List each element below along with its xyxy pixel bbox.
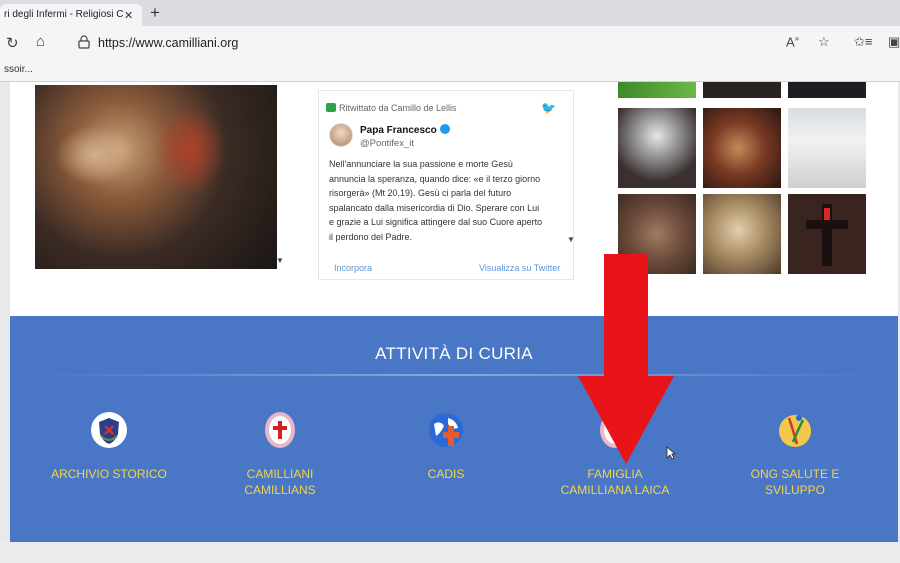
retweet-icon [326,103,336,112]
tweet-embed: Ritwittato da Camillo de Lellis 🐦 Papa F… [318,90,575,280]
activity-cadis[interactable]: CADIS [361,410,531,482]
close-icon[interactable]: ✕ [124,9,133,22]
activity-label: CADIS [427,467,465,481]
collections-icon[interactable]: ▣ [888,34,900,50]
chevron-down-icon[interactable]: ▼ [567,235,575,244]
favorite-item[interactable]: ssoir... [4,64,33,75]
gallery-photo[interactable] [788,82,866,98]
activity-label: CAMILLIANI CAMILLIANS [244,467,316,497]
favorites-bar: ssoir... [0,60,900,82]
tweet-text: Nell'annunciare la sua passione e morte … [329,159,543,242]
gallery-photo[interactable] [703,194,781,274]
favorite-add-icon[interactable]: ☆ [818,34,830,50]
activity-ong-salute-e-sviluppo[interactable]: ONG SALUTE E SVILUPPO [710,410,880,498]
red-cross-emblem-icon [265,412,295,448]
shield-emblem-icon [91,412,127,448]
gallery-photo[interactable] [703,108,781,188]
favorites-icon[interactable]: ✩≡ [854,34,872,50]
activity-label: FAMIGLIA CAMILLIANA LAICA [560,467,670,497]
gallery-photo[interactable] [788,194,866,274]
home-icon[interactable]: ⌂ [36,33,45,50]
mouse-cursor-icon [666,446,676,460]
tweet-handle[interactable]: @Pontifex_it [360,138,414,149]
tab-bar: ri degli Infermi - Religiosi C ✕ + [0,0,900,26]
activity-label: ARCHIVIO STORICO [51,467,167,481]
activity-label: ONG SALUTE E SVILUPPO [750,467,840,497]
web-page: ▼ Ritwittato da Camillo de Lellis 🐦 Papa… [10,82,898,542]
activity-camilliani[interactable]: CAMILLIANI CAMILLIANS [195,410,365,498]
embed-link[interactable]: Incorpora [334,263,372,273]
divider [30,374,878,376]
verified-icon [439,124,450,134]
red-arrow-annotation [578,254,674,464]
twitter-bird-icon: 🐦 [541,101,556,115]
gallery-photo[interactable] [618,108,696,188]
read-aloud-icon[interactable]: A» [786,34,799,49]
avatar[interactable] [329,123,353,147]
chevron-down-icon[interactable]: ▼ [276,256,284,265]
activity-archivio-storico[interactable]: ARCHIVIO STORICO [24,410,194,482]
globe-cross-icon [429,413,463,447]
reload-icon[interactable]: ↻ [6,34,19,52]
view-on-twitter-link[interactable]: Visualizza su Twitter [479,263,560,273]
url-field[interactable]: https://www.camilliani.org [98,36,238,50]
lock-icon [78,35,90,49]
section-title: ATTIVITÀ DI CURIA [375,344,533,363]
tweet-author[interactable]: Papa Francesco [360,124,450,136]
painting-image [35,85,277,269]
page-bottom-margin [0,542,900,563]
gallery-photo[interactable] [703,82,781,98]
curia-activities-section: ATTIVITÀ DI CURIA ARCHIVIO STORICO CAMIL… [10,316,898,542]
tab-title: ri degli Infermi - Religiosi C [4,9,124,20]
browser-tab[interactable]: ri degli Infermi - Religiosi C ✕ [0,4,142,26]
gallery-photo[interactable] [788,108,866,188]
new-tab-button[interactable]: + [150,3,160,23]
retweet-label: Ritwittato da Camillo de Lellis [326,103,457,113]
address-bar: ↻ ⌂ https://www.camilliani.org A» ☆ ✩≡ ▣ [0,26,900,60]
gallery-photo[interactable] [618,82,696,98]
ong-logo-icon [779,415,811,447]
